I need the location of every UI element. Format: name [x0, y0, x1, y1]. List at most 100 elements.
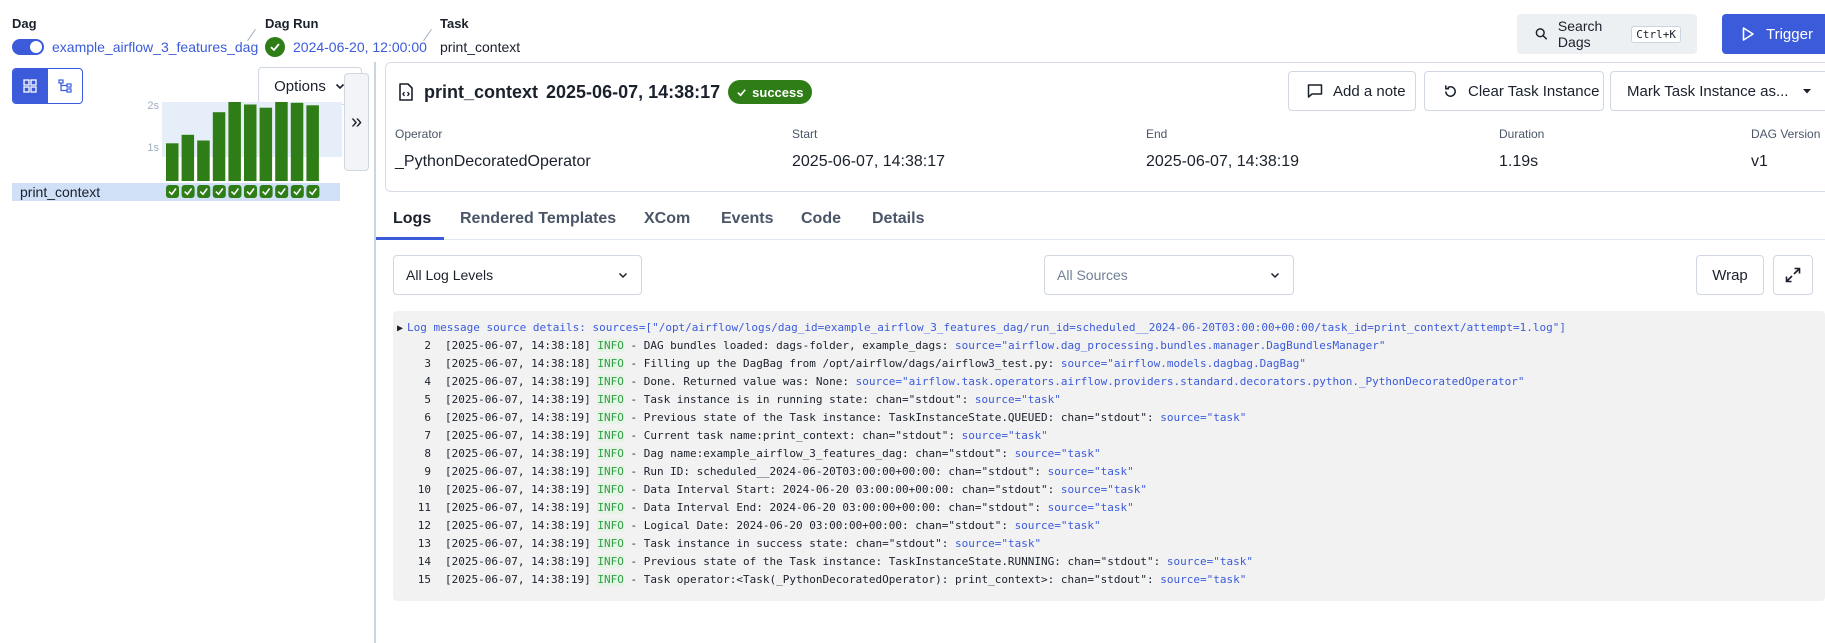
tab-logs[interactable]: Logs [376, 205, 444, 240]
task-instance-status-cell[interactable] [259, 185, 273, 198]
log-level-select[interactable]: All Log Levels [393, 255, 642, 295]
task-instance-header: print_context 2025-06-07, 14:38:17 succe… [385, 62, 1825, 192]
log-source: source="task" [1160, 573, 1247, 586]
search-icon [1535, 28, 1548, 40]
rotate-ccw-icon [1445, 84, 1456, 97]
trigger-button[interactable]: Trigger [1722, 14, 1825, 54]
duration-bar[interactable] [197, 140, 210, 182]
log-level: INFO [597, 429, 624, 442]
dag-pause-toggle[interactable] [12, 39, 44, 55]
graph-view-button[interactable] [48, 69, 83, 103]
tab-xcom[interactable]: XCom [644, 205, 690, 240]
duration-bar[interactable] [244, 104, 257, 182]
clear-task-instance-label: Clear Task Instance [1468, 82, 1600, 100]
log-line-number: 12 [417, 519, 431, 532]
status-badge-label: success [752, 84, 804, 100]
log-source: source="task" [1047, 501, 1134, 514]
duration-bar[interactable] [275, 102, 288, 181]
task-instance-date: 2025-06-07, 14:38:17 [546, 81, 721, 102]
log-line-number: 5 [424, 393, 431, 406]
tab-events[interactable]: Events [721, 205, 773, 240]
log-source-select[interactable]: All Sources [1044, 255, 1294, 295]
header: Dag example_airflow_3_features_dag Dag R… [0, 0, 1825, 62]
mark-task-instance-button[interactable]: Mark Task Instance as... [1610, 71, 1825, 111]
task-row-print-context[interactable]: print_context [12, 183, 340, 201]
task-instance-status-cell[interactable] [275, 185, 289, 198]
tab-rendered-templates[interactable]: Rendered Templates [460, 205, 616, 240]
search-dags-button[interactable]: Search Dags Ctrl+K [1517, 14, 1697, 54]
task-instance-status-cell[interactable] [197, 185, 211, 198]
clear-task-instance-button[interactable]: Clear Task Instance [1424, 71, 1604, 111]
task-instance-status-cell[interactable] [166, 185, 179, 198]
log-line-number: 9 [424, 465, 431, 478]
log-level: INFO [597, 339, 624, 352]
task-instance-status-cell[interactable] [212, 185, 226, 198]
duration-bar[interactable] [228, 102, 241, 181]
log-line: 3 [2025-06-07, 14:38:18] INFO - Filling u… [393, 357, 1306, 375]
search-dags-label: Search Dags [1557, 18, 1603, 50]
log-timestamp: [2025-06-07, 14:38:19] [445, 537, 598, 550]
task-instance-status-cell[interactable] [181, 185, 195, 198]
log-line-number: 4 [424, 375, 431, 388]
log-source-details-label: Log message source details: [407, 321, 586, 334]
log-timestamp: [2025-06-07, 14:38:19] [445, 465, 598, 478]
search-shortcut-badge: Ctrl+K [1631, 25, 1681, 43]
tab-details[interactable]: Details [872, 205, 924, 240]
duration-bar[interactable] [212, 112, 226, 181]
log-timestamp: [2025-06-07, 14:38:19] [445, 411, 598, 424]
breadcrumb-dag-run-link[interactable]: 2024-06-20, 12:00:00 [293, 39, 427, 55]
log-timestamp: [2025-06-07, 14:38:18] [445, 339, 598, 352]
mark-task-instance-label: Mark Task Instance as... [1627, 82, 1789, 100]
add-note-button[interactable]: Add a note [1288, 71, 1416, 111]
log-timestamp: [2025-06-07, 14:38:19] [445, 519, 598, 532]
trigger-label: Trigger [1766, 25, 1813, 43]
log-timestamp: [2025-06-07, 14:38:19] [445, 393, 598, 406]
log-line: 12 [2025-06-07, 14:38:19] INFO - Logical … [393, 519, 1101, 537]
meta-dag-version: DAG Version v1 [1751, 127, 1820, 171]
log-message: - Filling up the DagBag from /opt/airflo… [623, 357, 1061, 370]
expand-grid-button[interactable]: » [344, 73, 369, 171]
fullscreen-button[interactable] [1773, 255, 1813, 295]
breadcrumb-dag-run-label: Dag Run [265, 16, 319, 31]
log-source: source="airflow.dag_processing.bundles.m… [954, 339, 1386, 352]
duration-bar[interactable] [259, 107, 273, 181]
task-instance-status-cell[interactable] [290, 185, 304, 198]
log-timestamp: [2025-06-07, 14:38:19] [445, 483, 598, 496]
task-instance-title: print_context 2025-06-07, 14:38:17 succe… [398, 79, 813, 105]
log-level: INFO [597, 501, 624, 514]
breadcrumb-dag: Dag example_airflow_3_features_dag [12, 16, 258, 58]
view-mode-toggle [12, 68, 83, 104]
log-source: source="task" [1014, 519, 1101, 532]
breadcrumb-dag-run: Dag Run 2024-06-20, 12:00:00 [265, 16, 427, 58]
task-instance-status-cell[interactable] [244, 185, 257, 198]
log-line-number: 13 [417, 537, 431, 550]
wrap-button[interactable]: Wrap [1696, 255, 1764, 295]
log-source: source="task" [1060, 483, 1148, 496]
task-instance-tabs: Logs Rendered Templates XCom Events Code… [376, 205, 1825, 240]
meta-value: 2025-06-07, 14:38:19 [1146, 153, 1300, 170]
log-level: INFO [597, 483, 624, 496]
check-icon [737, 88, 746, 96]
task-instance-status-cell[interactable] [228, 185, 242, 198]
duration-bar[interactable] [181, 134, 195, 181]
task-instance-status-cell[interactable] [306, 185, 320, 198]
duration-bar[interactable] [290, 102, 304, 181]
breadcrumb-dag-run-value-wrap: 2024-06-20, 12:00:00 [265, 36, 427, 58]
log-timestamp: [2025-06-07, 14:38:19] [445, 573, 598, 586]
grid-view-button[interactable] [13, 69, 48, 103]
meta-key: DAG Version [1751, 127, 1821, 141]
log-message: - Task operator:<Task(_PythonDecoratedOp… [623, 573, 1161, 586]
duration-bar[interactable] [306, 105, 319, 181]
meta-value: 2025-06-07, 14:38:17 [792, 153, 946, 170]
duration-bar[interactable] [166, 143, 179, 181]
log-message: - Current task name:print_context: chan=… [623, 429, 962, 442]
log-message: - Previous state of the Task instance: T… [623, 555, 1167, 568]
tab-code[interactable]: Code [801, 205, 841, 240]
log-line: 6 [2025-06-07, 14:38:19] INFO - Previous … [393, 411, 1246, 429]
log-line: 14 [2025-06-07, 14:38:19] INFO - Previous… [393, 555, 1253, 573]
meta-value: 1.19s [1499, 153, 1539, 170]
log-source-details[interactable]: ▶ Log message source details: sources=["/… [397, 321, 1566, 334]
caret-down-icon [1803, 89, 1812, 94]
log-level: INFO [597, 393, 624, 406]
breadcrumb-dag-link[interactable]: example_airflow_3_features_dag [52, 39, 258, 55]
